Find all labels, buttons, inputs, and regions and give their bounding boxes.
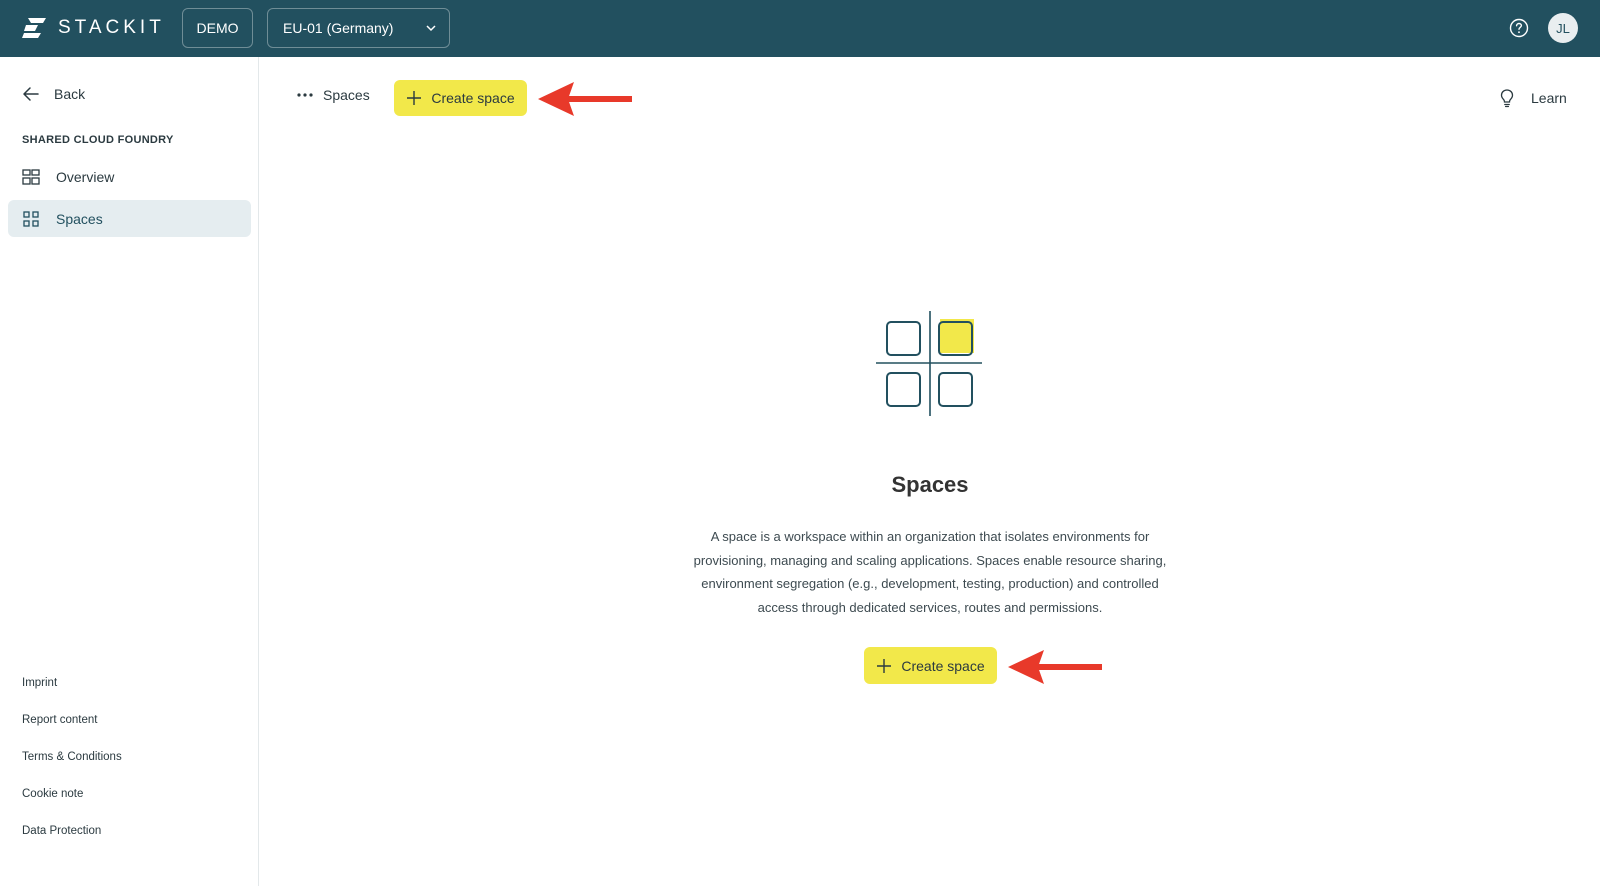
sidebar-item-spaces[interactable]: Spaces bbox=[8, 200, 251, 237]
back-label: Back bbox=[54, 86, 86, 102]
footer-link-report-content[interactable]: Report content bbox=[22, 714, 122, 751]
sidebar-footer-links: Imprint Report content Terms & Condition… bbox=[22, 677, 122, 862]
create-space-button-center[interactable]: Create space bbox=[864, 647, 997, 684]
create-space-button-label: Create space bbox=[431, 90, 515, 106]
dashboard-icon bbox=[22, 168, 40, 185]
annotation-arrow bbox=[538, 82, 632, 116]
breadcrumb-current: Spaces bbox=[323, 87, 370, 103]
create-space-button-label: Create space bbox=[901, 657, 985, 674]
spaces-illustration-icon bbox=[876, 311, 982, 416]
sidebar-item-overview[interactable]: Overview bbox=[8, 158, 251, 195]
user-avatar[interactable]: JL bbox=[1548, 13, 1578, 43]
arrow-left-icon bbox=[23, 87, 39, 101]
footer-link-imprint[interactable]: Imprint bbox=[22, 677, 122, 714]
back-link[interactable]: Back bbox=[22, 85, 85, 103]
logo-text: STACKIT bbox=[58, 17, 165, 38]
plus-icon bbox=[407, 91, 422, 105]
footer-link-data-protection[interactable]: Data Protection bbox=[22, 825, 122, 862]
region-selector[interactable]: EU-01 (Germany) bbox=[267, 8, 450, 48]
spaces-grid-icon bbox=[23, 210, 39, 227]
top-navigation-bar: STACKIT DEMO EU-01 (Germany) JL bbox=[0, 0, 1600, 57]
learn-label: Learn bbox=[1531, 90, 1567, 106]
chevron-down-icon bbox=[426, 25, 436, 32]
organization-selector[interactable]: DEMO bbox=[182, 8, 253, 48]
sidebar-item-label: Spaces bbox=[56, 210, 103, 227]
help-circle-icon[interactable] bbox=[1508, 17, 1530, 39]
region-label: EU-01 (Germany) bbox=[283, 20, 394, 36]
stackit-logo-icon bbox=[22, 18, 46, 38]
learn-link[interactable]: Learn bbox=[1498, 88, 1567, 108]
empty-state-description: A space is a workspace within an organiz… bbox=[693, 529, 1167, 615]
footer-link-terms[interactable]: Terms & Conditions bbox=[22, 751, 122, 788]
sidebar-item-label: Overview bbox=[56, 168, 115, 185]
breadcrumb: Spaces bbox=[296, 86, 370, 104]
more-horizontal-icon[interactable] bbox=[296, 86, 314, 104]
stackit-logo[interactable]: STACKIT bbox=[22, 16, 165, 40]
create-space-button[interactable]: Create space bbox=[394, 80, 527, 116]
footer-link-cookie-note[interactable]: Cookie note bbox=[22, 788, 122, 825]
plus-icon bbox=[877, 658, 892, 673]
empty-state-title: Spaces bbox=[891, 472, 969, 497]
annotation-arrow bbox=[1008, 650, 1102, 684]
sidebar-section-title: SHARED CLOUD FOUNDRY bbox=[22, 134, 174, 146]
lightbulb-icon bbox=[1500, 89, 1514, 108]
